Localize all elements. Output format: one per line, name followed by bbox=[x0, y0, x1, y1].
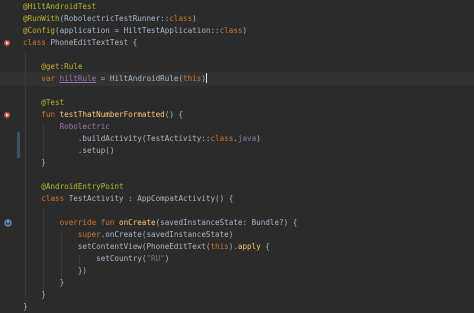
code-token: apply bbox=[237, 242, 261, 251]
code-line[interactable]: } bbox=[0, 300, 474, 313]
code-token: class bbox=[210, 134, 234, 143]
code-token: class bbox=[41, 194, 69, 203]
code-token: java bbox=[237, 134, 257, 143]
code-token: .buildActivity(TestActivity:: bbox=[23, 134, 211, 143]
run-test-icon[interactable] bbox=[3, 111, 11, 119]
code-token: ) bbox=[192, 14, 197, 23]
code-token: override fun bbox=[59, 218, 120, 227]
code-token: @Test bbox=[23, 98, 65, 107]
indent-guide bbox=[61, 231, 62, 279]
code-token: ) bbox=[164, 254, 170, 263]
code-token: } bbox=[23, 302, 28, 311]
code-editor[interactable]: @HiltAndroidTest @RunWith(RobolectricTest… bbox=[0, 0, 474, 313]
code-token: this bbox=[183, 74, 202, 83]
code-token: super bbox=[77, 230, 101, 239]
override-method-icon[interactable] bbox=[4, 219, 12, 227]
code-token: hiltRule bbox=[59, 74, 97, 83]
code-token: Robolectric bbox=[23, 122, 110, 131]
code-token: (application = HiltTestApplication:: bbox=[55, 26, 220, 35]
code-token: setCountry( bbox=[23, 254, 147, 263]
indent-guide bbox=[43, 207, 44, 291]
indent-guide bbox=[25, 51, 26, 303]
code-token: "RU" bbox=[146, 254, 165, 263]
code-token: ) bbox=[256, 134, 261, 143]
code-token: .onCreate(savedInstanceState) bbox=[100, 230, 234, 239]
code-token: { bbox=[260, 242, 270, 251]
code-token: onCreate bbox=[119, 218, 156, 227]
code-token: ). bbox=[228, 242, 238, 251]
code-token: var bbox=[41, 74, 60, 83]
code-token: (savedInstanceState: Bundle?) { bbox=[155, 218, 298, 227]
code-token: setContentView(PhoneEditText( bbox=[23, 242, 211, 251]
code-token: this bbox=[210, 242, 229, 251]
code-token: ) bbox=[242, 26, 248, 35]
code-token: } bbox=[23, 158, 46, 167]
code-token: () { bbox=[164, 110, 184, 119]
code-token: @Config bbox=[23, 26, 56, 35]
code-token: @AndroidEntryPoint bbox=[23, 182, 124, 191]
code-token: } bbox=[23, 290, 46, 299]
code-token: }) bbox=[23, 266, 88, 275]
code-token: @RunWith bbox=[23, 14, 60, 23]
indent-guide bbox=[43, 123, 44, 159]
code-token: class bbox=[219, 26, 243, 35]
code-token: @HiltAndroidTest bbox=[23, 2, 97, 11]
run-test-icon[interactable] bbox=[3, 39, 11, 47]
code-token: (RobolectricTestRunner:: bbox=[59, 14, 170, 23]
code-token: class bbox=[169, 14, 193, 23]
text-cursor bbox=[205, 73, 207, 83]
code-token: testThatNumberFormatted bbox=[59, 110, 165, 119]
code-token: class bbox=[23, 38, 51, 47]
code-token: fun bbox=[41, 110, 60, 119]
code-token: TestActivity : AppCompatActivity() { bbox=[68, 194, 234, 203]
code-token: .setup() bbox=[23, 146, 115, 155]
code-token: PhoneEditTextTest { bbox=[50, 38, 138, 47]
code-token: = HiltAndroidRule( bbox=[96, 74, 184, 83]
code-token: @get:Rule bbox=[23, 62, 83, 71]
indent-guide bbox=[79, 255, 80, 267]
